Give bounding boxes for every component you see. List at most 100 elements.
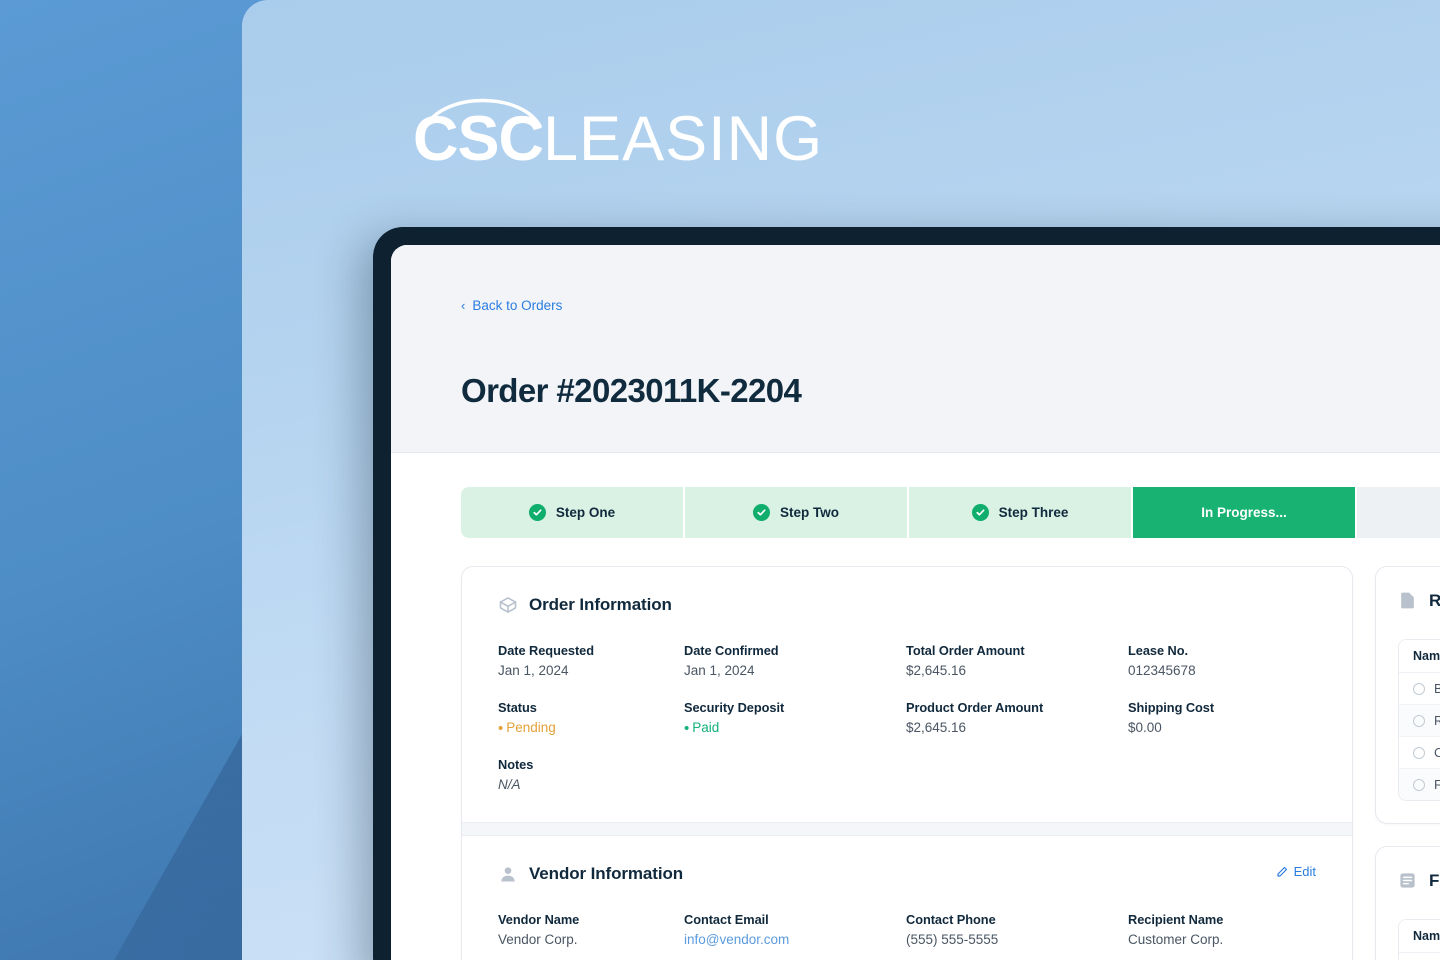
field-status: Status • Pending bbox=[498, 700, 684, 737]
status-badge: • Paid bbox=[684, 720, 906, 737]
list-item[interactable]: Fi bbox=[1399, 769, 1440, 800]
document-icon bbox=[1398, 591, 1418, 611]
step-label: Step One bbox=[555, 505, 616, 520]
field-label: Security Deposit bbox=[684, 700, 785, 715]
field-label: Date Confirmed bbox=[684, 643, 779, 658]
field-security-deposit: Security Deposit • Paid bbox=[684, 700, 906, 737]
vendor-information-header: Vendor Information bbox=[498, 864, 1316, 884]
field-contact-phone: Contact Phone (555) 555-5555 bbox=[906, 912, 1128, 947]
field-label: Shipping Cost bbox=[1128, 700, 1215, 715]
vendor-information-section: Vendor Information Edit Vendor Name Vend… bbox=[462, 836, 1352, 960]
field-value: Jan 1, 2024 bbox=[498, 663, 569, 678]
files-panel-title: Fil bbox=[1429, 871, 1440, 890]
field-label: Date Requested bbox=[498, 643, 595, 658]
section-divider bbox=[462, 822, 1352, 836]
field-product-order-amount: Product Order Amount $2,645.16 bbox=[906, 700, 1128, 735]
list-item[interactable]: Quot bbox=[1399, 953, 1440, 960]
requirements-table: Name Bi Re bbox=[1398, 639, 1440, 801]
files-panel-body: Fil Name Quot Proo bbox=[1376, 847, 1440, 960]
list-document-icon bbox=[1398, 871, 1418, 891]
step-item-one[interactable]: Step One bbox=[461, 487, 683, 538]
field-notes: Notes N/A bbox=[498, 757, 684, 792]
field-lease-no: Lease No. 012345678 bbox=[1128, 643, 1316, 678]
list-item-label: Fi bbox=[1434, 777, 1440, 792]
field-value: N/A bbox=[498, 777, 521, 792]
radio-button-icon[interactable] bbox=[1413, 682, 1425, 695]
field-value: Vendor Corp. bbox=[498, 932, 578, 947]
field-shipping-cost: Shipping Cost $0.00 bbox=[1128, 700, 1316, 735]
side-column: Re Name Bi Re bbox=[1375, 566, 1440, 960]
field-value: $2,645.16 bbox=[906, 663, 967, 678]
field-label: Contact Email bbox=[684, 912, 769, 927]
field-label: Recipient Name bbox=[1128, 912, 1224, 927]
field-value: $2,645.16 bbox=[906, 720, 967, 735]
primary-column: Order Information Date Requested Jan 1, … bbox=[461, 566, 1353, 960]
order-information-fields: Date Requested Jan 1, 2024 Date Confirme… bbox=[498, 643, 1316, 792]
field-value: Jan 1, 2024 bbox=[684, 663, 755, 678]
csc-leasing-logo: CSCLEASING bbox=[413, 80, 822, 180]
order-step-progress: Step One Step Two Step Three In Progress… bbox=[461, 487, 1440, 538]
app-screen: ‹ Back to Orders Order #2023011K-2204 St… bbox=[391, 245, 1440, 960]
tablet-device-frame: ‹ Back to Orders Order #2023011K-2204 St… bbox=[373, 227, 1440, 960]
details-card: Order Information Date Requested Jan 1, … bbox=[461, 566, 1353, 960]
status-dot-icon: • bbox=[498, 720, 504, 737]
status-dot-icon: • bbox=[684, 720, 690, 737]
order-information-title: Order Information bbox=[529, 595, 672, 614]
list-item-label: Ce bbox=[1434, 745, 1440, 760]
step-label: In Progress... bbox=[1201, 505, 1287, 520]
package-box-icon bbox=[498, 595, 518, 615]
main-content: Order Information Date Requested Jan 1, … bbox=[391, 538, 1440, 960]
step-item-three[interactable]: Step Three bbox=[909, 487, 1131, 538]
files-table: Name Quot Proo Quot bbox=[1398, 919, 1440, 960]
logo-text-csc: CSC bbox=[413, 104, 544, 174]
files-column-header: Name bbox=[1399, 920, 1440, 953]
files-panel: Fil Name Quot Proo bbox=[1375, 846, 1440, 960]
order-information-header: Order Information bbox=[498, 595, 1316, 615]
contact-email-link[interactable]: info@vendor.com bbox=[684, 932, 906, 947]
field-label: Status bbox=[498, 700, 537, 715]
back-to-orders-link[interactable]: ‹ Back to Orders bbox=[461, 298, 562, 313]
step-item-upcoming[interactable] bbox=[1357, 487, 1440, 538]
background-stage: CSCLEASING ‹ Back to Orders Order #20230… bbox=[0, 0, 1440, 960]
vendor-information-title: Vendor Information bbox=[529, 864, 684, 883]
pencil-icon bbox=[1276, 866, 1287, 877]
field-label: Total Order Amount bbox=[906, 643, 1025, 658]
field-date-confirmed: Date Confirmed Jan 1, 2024 bbox=[684, 643, 906, 678]
list-item[interactable]: Bi bbox=[1399, 673, 1440, 705]
requirements-panel-body: Re Name Bi Re bbox=[1376, 567, 1440, 823]
page-title: Order #2023011K-2204 bbox=[461, 372, 802, 409]
edit-label: Edit bbox=[1293, 864, 1316, 879]
field-label: Vendor Name bbox=[498, 912, 580, 927]
radio-button-icon[interactable] bbox=[1413, 714, 1425, 727]
field-value: $0.00 bbox=[1128, 720, 1162, 735]
field-value: (555) 555-5555 bbox=[906, 932, 999, 947]
back-to-orders-label: Back to Orders bbox=[472, 298, 563, 313]
step-label: Step Three bbox=[998, 505, 1069, 520]
app-header: ‹ Back to Orders Order #2023011K-2204 bbox=[391, 245, 1440, 453]
edit-vendor-button[interactable]: Edit bbox=[1276, 864, 1316, 879]
field-value: Paid bbox=[692, 720, 720, 735]
field-date-requested: Date Requested Jan 1, 2024 bbox=[498, 643, 684, 678]
check-circle-icon bbox=[971, 504, 989, 521]
requirements-panel-header: Re bbox=[1398, 591, 1440, 611]
field-value: Pending bbox=[506, 720, 556, 735]
list-item[interactable]: Re bbox=[1399, 705, 1440, 737]
requirements-panel-title: Re bbox=[1429, 591, 1440, 610]
chevron-left-icon: ‹ bbox=[461, 298, 466, 313]
logo-wordmark: CSCLEASING bbox=[413, 108, 823, 171]
radio-button-icon[interactable] bbox=[1413, 746, 1425, 759]
field-contact-email: Contact Email info@vendor.com bbox=[684, 912, 906, 947]
logo-text-leasing: LEASING bbox=[543, 104, 824, 174]
radio-button-icon[interactable] bbox=[1413, 778, 1425, 791]
step-item-in-progress[interactable]: In Progress... bbox=[1133, 487, 1355, 538]
status-badge: • Pending bbox=[498, 720, 684, 737]
vendor-information-fields: Vendor Name Vendor Corp. Contact Email i… bbox=[498, 912, 1316, 960]
list-item-label: Re bbox=[1434, 713, 1440, 728]
field-label: Notes bbox=[498, 757, 534, 772]
list-item[interactable]: Ce bbox=[1399, 737, 1440, 769]
field-label: Product Order Amount bbox=[906, 700, 1044, 715]
field-value: Customer Corp. bbox=[1128, 932, 1224, 947]
step-item-two[interactable]: Step Two bbox=[685, 487, 907, 538]
files-panel-header: Fil bbox=[1398, 871, 1440, 891]
field-vendor-name: Vendor Name Vendor Corp. bbox=[498, 912, 684, 947]
